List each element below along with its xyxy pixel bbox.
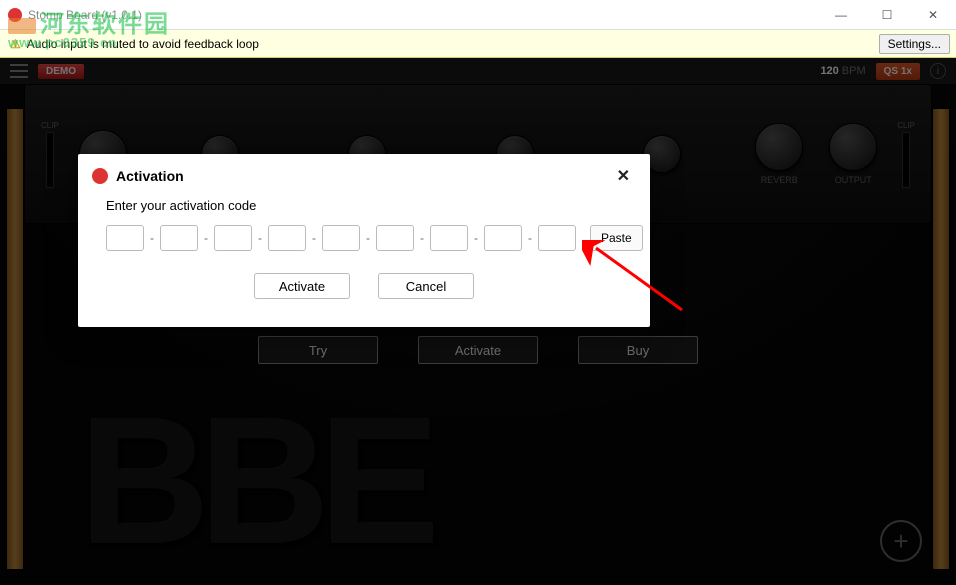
dialog-prompt: Enter your activation code bbox=[106, 198, 622, 213]
code-field-4[interactable] bbox=[268, 225, 306, 251]
app-icon bbox=[8, 8, 22, 22]
code-field-1[interactable] bbox=[106, 225, 144, 251]
code-field-3[interactable] bbox=[214, 225, 252, 251]
dialog-activate-button[interactable]: Activate bbox=[254, 273, 350, 299]
activation-code-row: - - - - - - - - Paste bbox=[106, 225, 622, 251]
code-field-8[interactable] bbox=[484, 225, 522, 251]
dialog-app-icon bbox=[92, 168, 108, 184]
notification-text: Audio input is muted to avoid feedback l… bbox=[27, 37, 259, 51]
dialog-cancel-button[interactable]: Cancel bbox=[378, 273, 474, 299]
window-close-button[interactable]: ✕ bbox=[910, 0, 956, 30]
settings-button[interactable]: Settings... bbox=[879, 34, 950, 54]
code-field-9[interactable] bbox=[538, 225, 576, 251]
code-field-6[interactable] bbox=[376, 225, 414, 251]
warning-icon: ⚠ bbox=[10, 37, 21, 51]
paste-button[interactable]: Paste bbox=[590, 225, 643, 251]
code-field-2[interactable] bbox=[160, 225, 198, 251]
minimize-button[interactable]: — bbox=[818, 0, 864, 30]
dialog-close-button[interactable]: ✕ bbox=[611, 164, 636, 188]
window-title: Stomp Board (v1.0.1) bbox=[28, 8, 142, 22]
code-field-7[interactable] bbox=[430, 225, 468, 251]
maximize-button[interactable]: ☐ bbox=[864, 0, 910, 30]
window-titlebar: Stomp Board (v1.0.1) — ☐ ✕ bbox=[0, 0, 956, 30]
code-field-5[interactable] bbox=[322, 225, 360, 251]
activation-dialog: Activation ✕ Enter your activation code … bbox=[78, 154, 650, 327]
dialog-title: Activation bbox=[116, 168, 184, 184]
notification-bar: ⚠ Audio input is muted to avoid feedback… bbox=[0, 30, 956, 58]
